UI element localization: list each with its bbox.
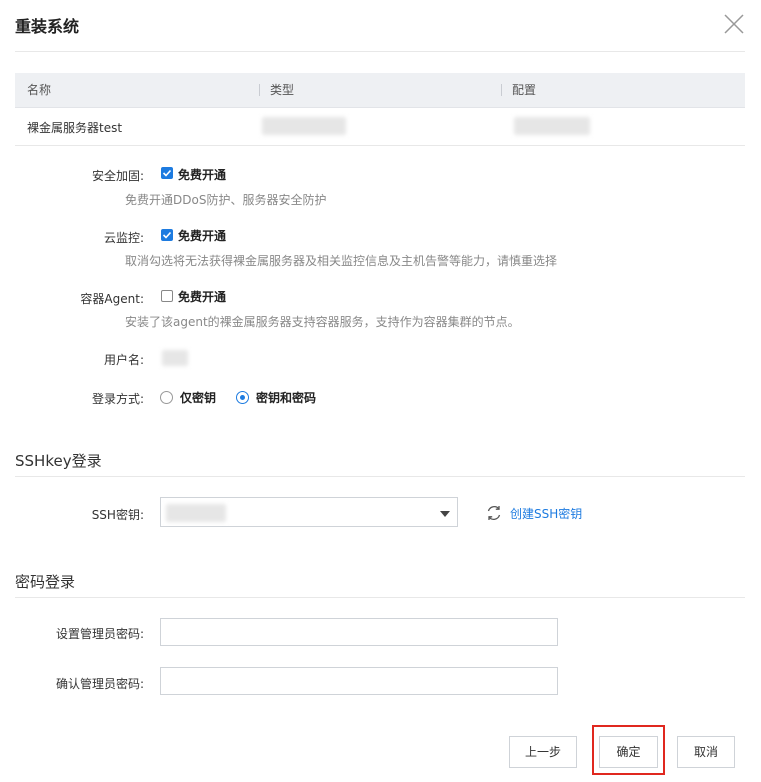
refresh-icon[interactable]: [485, 504, 503, 522]
monitoring-label: 云监控:: [103, 231, 144, 245]
monitoring-hint: 取消勾选将无法获得裸金属服务器及相关监控信息及主机告警等能力，请慎重选择: [125, 254, 558, 268]
create-ssh-key-link[interactable]: 创建SSH密钥: [510, 505, 582, 522]
redacted-config: [514, 117, 590, 135]
security-label: 安全加固:: [91, 169, 144, 183]
set-password-input[interactable]: [160, 618, 558, 646]
prev-step-button[interactable]: 上一步: [509, 736, 577, 768]
container-agent-checkbox-label[interactable]: 免费开通: [178, 288, 226, 305]
radio-key-only[interactable]: [160, 391, 173, 404]
security-checkbox-label[interactable]: 免费开通: [178, 166, 226, 183]
dialog-title: 重装系统: [15, 17, 80, 36]
radio-key-and-password-label[interactable]: 密钥和密码: [256, 389, 316, 406]
close-icon[interactable]: [722, 12, 746, 36]
radio-key-and-password[interactable]: [236, 391, 249, 404]
table-header: 名称 类型 配置: [15, 73, 745, 108]
column-divider: [501, 84, 502, 96]
redacted-ssh-key: [166, 504, 226, 522]
container-agent-hint: 安装了该agent的裸金属服务器支持容器服务，支持作为容器集群的节点。: [125, 315, 520, 329]
security-checkbox[interactable]: [161, 167, 173, 179]
ssh-key-label: SSH密钥:: [91, 508, 144, 522]
security-hint: 免费开通DDoS防护、服务器安全防护: [125, 193, 327, 207]
cancel-button[interactable]: 取消: [677, 736, 735, 768]
monitoring-checkbox-label[interactable]: 免费开通: [178, 227, 226, 244]
container-agent-checkbox[interactable]: [161, 290, 173, 302]
redacted-type: [262, 117, 346, 135]
caret-down-icon[interactable]: [440, 511, 450, 517]
set-password-label: 设置管理员密码:: [55, 627, 144, 641]
column-header-name: 名称: [27, 83, 52, 97]
ssh-section-title: SSHkey登录: [15, 452, 102, 470]
container-agent-label: 容器Agent:: [80, 292, 144, 306]
redacted-username: [162, 350, 188, 366]
monitoring-checkbox[interactable]: [161, 229, 173, 241]
table-row-divider: [15, 145, 745, 146]
table-row-name: 裸金属服务器test: [27, 121, 123, 135]
password-section-divider: [15, 597, 745, 598]
highlight-box: [592, 725, 665, 775]
confirm-password-label: 确认管理员密码:: [55, 677, 144, 691]
login-method-label: 登录方式:: [91, 392, 144, 406]
password-section-title: 密码登录: [15, 573, 76, 591]
column-divider: [259, 84, 260, 96]
column-header-config: 配置: [512, 83, 537, 97]
confirm-password-input[interactable]: [160, 667, 558, 695]
header-divider: [15, 51, 745, 52]
username-label: 用户名:: [103, 353, 144, 367]
column-header-type: 类型: [270, 83, 295, 97]
ssh-section-divider: [15, 476, 745, 477]
radio-key-only-label[interactable]: 仅密钥: [180, 389, 216, 406]
